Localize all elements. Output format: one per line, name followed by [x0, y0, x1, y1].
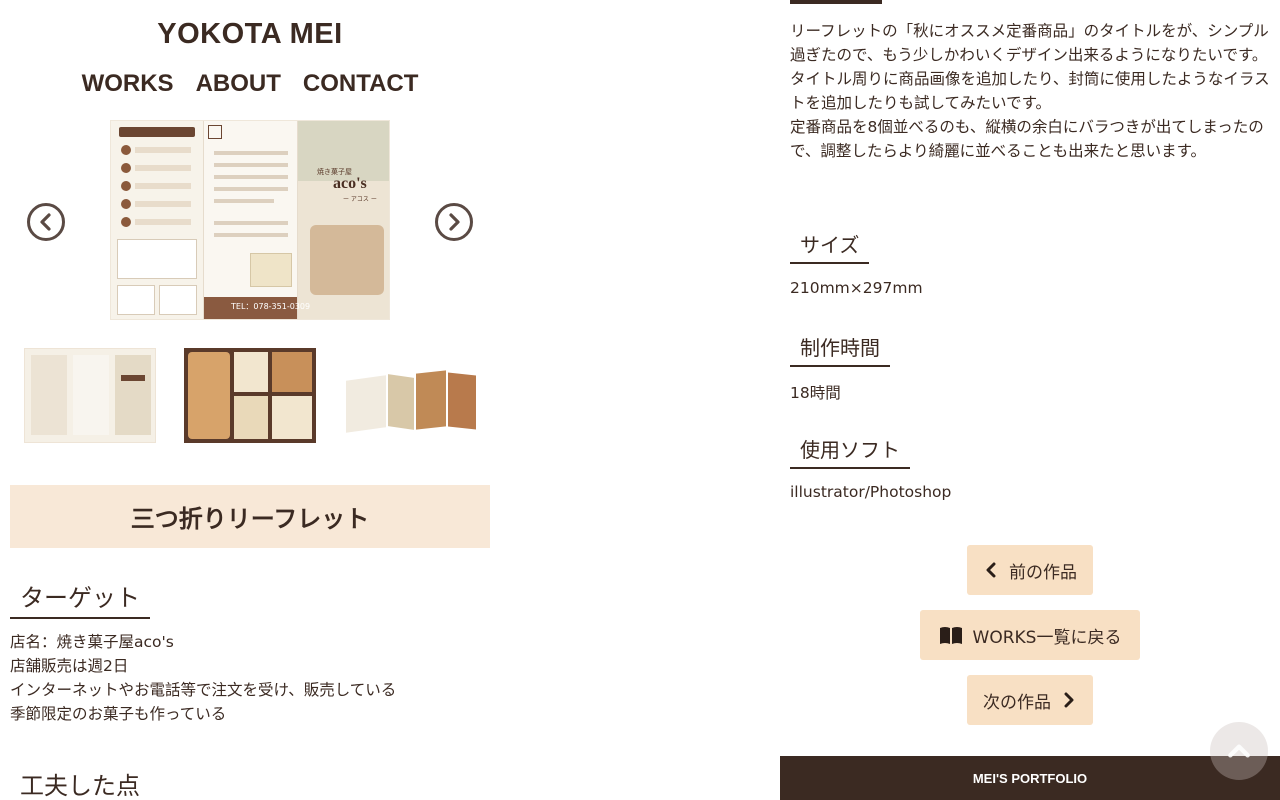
time-heading: 制作時間 — [790, 332, 890, 367]
nav-about[interactable]: ABOUT — [196, 70, 281, 98]
leaflet-tel: TEL：078-351-0309 — [231, 302, 311, 311]
description-paragraph: リーフレットの「秋にオススメ定番商品」のタイトルをが、シンプル過ぎたので、もう少… — [790, 22, 1269, 64]
next-work-button[interactable]: 次の作品 — [967, 675, 1093, 725]
carousel-main-image: 焼き菓子屋 aco's ー アコス ー TEL：078-351-0309 — [110, 120, 390, 320]
thumbnail-leaflet-inside[interactable] — [184, 348, 316, 443]
chevron-left-icon — [40, 213, 51, 231]
leaflet-shop-kana: ー アコス ー — [343, 196, 377, 203]
carousel-next-button[interactable] — [435, 203, 473, 241]
size-value: 210mm×297mm — [790, 279, 923, 297]
work-title: 三つ折りリーフレット — [10, 485, 490, 548]
software-value: illustrator/Photoshop — [790, 483, 952, 501]
description-paragraph: 定番商品を8個並べるのも、縦横の余白にバラつきが出てしまったので、調整したらより… — [790, 118, 1264, 160]
footer-text: MEI'S PORTFOLIO — [972, 770, 1088, 786]
nav-works[interactable]: WORKS — [82, 70, 174, 98]
target-text: 店名：焼き菓子屋aco's 店舗販売は週2日 インターネットやお電話等で注文を受… — [10, 630, 490, 726]
leaflet-panel-left — [111, 121, 203, 319]
site-title[interactable]: YOKOTA MEI — [0, 18, 500, 51]
leaflet-shop-name: aco's — [333, 175, 367, 192]
description-text: リーフレットの「秋にオススメ定番商品」のタイトルをが、シンプル過ぎたので、もう少… — [790, 19, 1270, 163]
time-value: 18時間 — [790, 384, 841, 402]
chevron-right-icon — [449, 213, 460, 231]
target-line: 店名：焼き菓子屋aco's — [10, 633, 174, 651]
prev-work-button[interactable]: 前の作品 — [967, 545, 1093, 595]
nav-contact[interactable]: CONTACT — [303, 70, 419, 98]
description-paragraph: タイトル周りに商品画像を追加したり、封筒に使用したようなイラストを追加したりも試… — [790, 70, 1270, 112]
prev-work-label: 前の作品 — [1009, 562, 1077, 583]
size-heading: サイズ — [790, 229, 870, 264]
thumbnail-leaflet-folded[interactable] — [344, 348, 478, 443]
software-heading: 使用ソフト — [790, 434, 910, 469]
chevron-left-icon — [986, 562, 996, 578]
main-nav: WORKS ABOUT CONTACT — [0, 70, 500, 98]
thumbnail-leaflet-outside[interactable] — [24, 348, 156, 443]
footer: MEI'S PORTFOLIO — [780, 756, 1280, 800]
target-line: 店舗販売は週2日 — [10, 657, 129, 675]
target-heading: ターゲット — [10, 578, 150, 619]
target-line: 季節限定のお菓子も作っている — [10, 705, 227, 723]
works-list-label: WORKS一覧に戻る — [972, 627, 1122, 648]
book-icon — [939, 627, 962, 644]
leaflet-panel-cover — [297, 121, 389, 319]
ideas-heading: 工夫した点 — [20, 772, 140, 800]
next-work-label: 次の作品 — [983, 692, 1051, 713]
chevron-up-icon — [1228, 744, 1250, 758]
page-top-button[interactable] — [1210, 722, 1268, 780]
leaflet-panel-middle — [203, 121, 298, 319]
target-line: インターネットやお電話等で注文を受け、販売している — [10, 681, 397, 699]
works-list-button[interactable]: WORKS一覧に戻る — [920, 610, 1140, 660]
carousel-prev-button[interactable] — [27, 203, 65, 241]
chevron-right-icon — [1064, 692, 1074, 708]
heading-underline — [790, 0, 882, 4]
